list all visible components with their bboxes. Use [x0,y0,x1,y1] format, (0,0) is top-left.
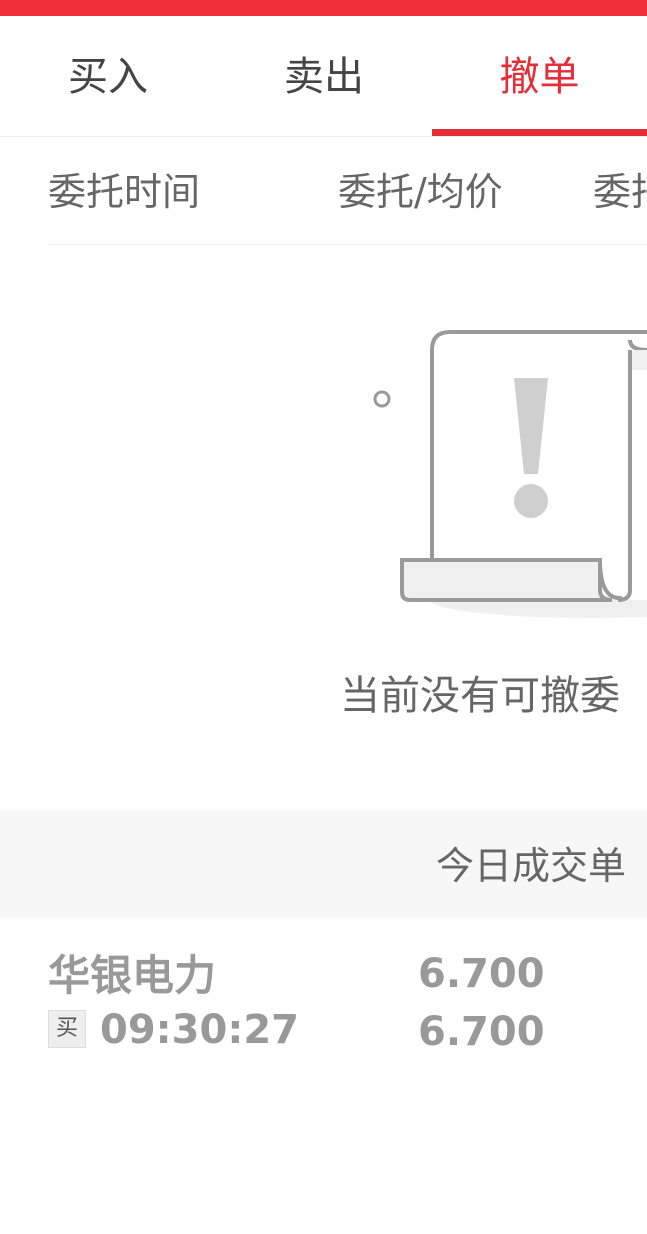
column-header-order-price: 委托/均价 [338,170,503,214]
table-row[interactable]: 华银电力 买 09:30:27 6.700 6.700 [0,918,647,1078]
active-tab-indicator [432,129,647,136]
trade-side-badge: 买 [48,1010,86,1048]
tab-sell[interactable]: 卖出 [216,16,432,136]
tab-cancel-order[interactable]: 撤单 [432,16,647,136]
average-price: 6.700 [418,1009,545,1055]
order-price: 6.700 [418,951,545,997]
warning-document-icon [373,330,647,618]
column-header-order-time: 委托时间 [48,170,201,214]
stock-name: 华银电力 [48,951,217,1000]
trade-tabs: 买入 卖出 撤单 [0,16,647,137]
today-trades-header: 今日成交单 [0,810,647,918]
order-table-header: 委托时间 委托/均价 委托 [48,137,647,245]
status-bar [0,0,647,16]
trade-time: 09:30:27 [100,1007,299,1053]
tab-buy[interactable]: 买入 [0,16,216,136]
column-header-more: 委托 [593,170,647,214]
empty-state-message: 当前没有可撤委 [340,673,620,719]
today-trades-title: 今日成交单 [436,844,627,888]
